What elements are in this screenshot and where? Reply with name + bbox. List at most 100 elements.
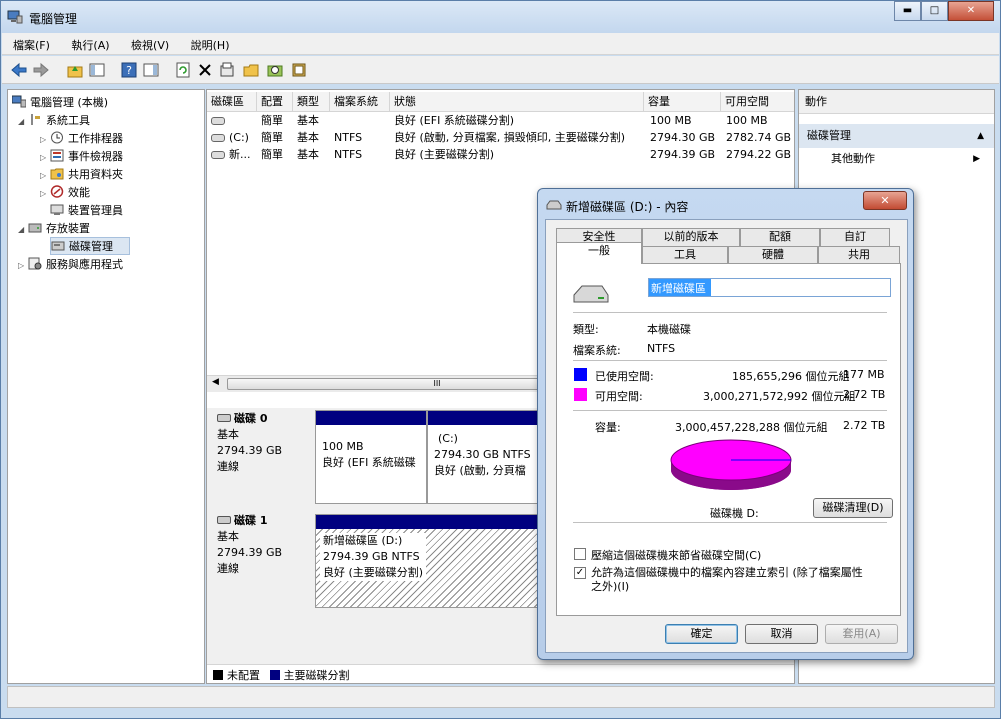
column-header-file-system[interactable]: 檔案系統 [330, 92, 390, 112]
partition-line: (C:) [438, 432, 458, 445]
shared-folder-icon [50, 168, 64, 180]
tree-item-device-manager[interactable]: 裝置管理員 [50, 202, 123, 220]
menu-file[interactable]: 檔案(F) [2, 33, 57, 53]
tab-general[interactable]: 一般 [556, 242, 642, 264]
search-disk-icon[interactable] [266, 61, 284, 79]
collapse-arrow-icon[interactable]: ◢ [18, 113, 28, 131]
drive-icon [546, 200, 562, 210]
tree-item-services-and-applications[interactable]: ▷ 服務與應用程式 [18, 256, 123, 274]
tab-hardware[interactable]: 硬體 [728, 246, 818, 264]
disk-settings-icon[interactable] [290, 61, 308, 79]
show-hide-action-pane-icon[interactable] [142, 61, 160, 79]
tree-item-performance[interactable]: ▷ 效能 [40, 184, 90, 202]
system-tools-icon [31, 114, 40, 125]
used-space-bytes: 185,655,296 個位元組 [732, 370, 850, 383]
computer-management-icon [7, 10, 23, 24]
more-actions-item[interactable]: 其他動作 ▶ [799, 148, 994, 170]
collapse-up-icon[interactable]: ▲ [977, 124, 984, 148]
expand-arrow-icon[interactable]: ▷ [40, 149, 50, 167]
tree-item-storage[interactable]: ◢ 存放裝置 [18, 220, 90, 238]
column-header-type[interactable]: 類型 [293, 92, 330, 112]
expand-arrow-icon[interactable]: ▷ [40, 167, 50, 185]
tree-label: 效能 [68, 186, 90, 199]
partition-c[interactable]: (C:) 2794.30 GB NTFS 良好 (啟動, 分頁檔 [427, 410, 547, 504]
partition-text: (C:) 2794.30 GB NTFS 良好 (啟動, 分頁檔 [434, 431, 531, 479]
help-icon[interactable]: ? [120, 61, 138, 79]
properties-dialog: 新增磁碟區 (D:) - 內容 ✕ 安全性 以前的版本 配額 自訂 工具 硬體 … [537, 188, 914, 660]
console-tree: 電腦管理 (本機) ◢ 系統工具 ▷ 工作排程器 ▷ 事件檢視器 ▷ 共用資料夾 ▷ 效能… [7, 89, 205, 684]
capacity-size: 2.72 TB [843, 419, 886, 432]
partition-d[interactable]: 新增磁碟區 (D:) 2794.39 GB NTFS 良好 (主要磁碟分割) [315, 514, 547, 608]
tree-label: 系統工具 [46, 114, 90, 127]
maximize-button[interactable]: □ [921, 1, 948, 21]
column-header-capacity[interactable]: 容量 [644, 92, 721, 112]
volume-row[interactable]: 新... 簡單 基本 NTFS 良好 (主要磁碟分割) 2794.39 GB 2… [207, 146, 794, 163]
tab-customize[interactable]: 自訂 [820, 228, 890, 246]
computer-management-icon [12, 95, 26, 108]
refresh-icon[interactable] [174, 61, 192, 79]
tab-sharing[interactable]: 共用 [818, 246, 900, 264]
menu-help[interactable]: 說明(H) [180, 33, 237, 53]
partition-efi[interactable]: 100 MB 良好 (EFI 系統磁碟 [315, 410, 427, 504]
disk-size: 2794.39 GB [217, 546, 283, 559]
menu-action[interactable]: 執行(A) [60, 33, 116, 53]
compress-label: 壓縮這個磁碟機來節省磁碟空間(C) [591, 549, 762, 562]
volume-cell: 良好 (EFI 系統磁碟分割) [394, 114, 515, 127]
volume-cell: 簡單 [261, 131, 283, 144]
volume-row[interactable]: 簡單 基本 良好 (EFI 系統磁碟分割) 100 MB 100 MB [207, 112, 794, 129]
cancel-button[interactable]: 取消 [745, 624, 818, 644]
up-folder-icon[interactable] [66, 61, 84, 79]
disk-status: 連線 [217, 562, 239, 575]
scroll-left-icon[interactable]: ◀ [212, 377, 219, 387]
back-arrow-icon[interactable] [10, 61, 28, 79]
legend-primary: 主要磁碟分割 [283, 669, 350, 682]
tree-item-computer-management[interactable]: 電腦管理 (本機) [12, 94, 108, 112]
separator [573, 312, 887, 313]
tab-previous-versions[interactable]: 以前的版本 [642, 228, 740, 246]
drive-icon [573, 285, 609, 303]
column-header-free-space[interactable]: 可用空間 [721, 92, 794, 112]
tree-item-system-tools[interactable]: ◢ 系統工具 [18, 112, 90, 130]
open-folder-icon[interactable] [242, 61, 260, 79]
ok-button[interactable]: 確定 [665, 624, 738, 644]
expand-arrow-icon[interactable]: ▷ [18, 257, 28, 275]
tree-item-shared-folders[interactable]: ▷ 共用資料夾 [40, 166, 123, 184]
compress-checkbox[interactable] [574, 548, 586, 560]
menu-view[interactable]: 檢視(V) [120, 33, 176, 53]
column-header-volume[interactable]: 磁碟區 [207, 92, 257, 112]
drive-letter-label: 磁碟機 D: [710, 507, 759, 520]
partition-text: 新增磁碟區 (D:) 2794.39 GB NTFS 良好 (主要磁碟分割) [320, 533, 427, 581]
actions-section-disk-management[interactable]: 磁碟管理 ▲ [799, 124, 994, 148]
disk-cleanup-button[interactable]: 磁碟清理(D) [813, 498, 893, 518]
status-bar [7, 686, 995, 708]
title-bar[interactable]: 電腦管理 ▬ □ ✕ [1, 1, 1000, 33]
disk-0-info[interactable]: 磁碟 0 基本 2794.39 GB 連線 [211, 408, 314, 505]
column-header-layout[interactable]: 配置 [257, 92, 293, 112]
volume-icon [211, 134, 225, 142]
expand-arrow-icon[interactable]: ▷ [40, 131, 50, 149]
properties-icon[interactable] [218, 61, 236, 79]
minimize-button[interactable]: ▬ [894, 1, 921, 21]
general-tab-page: 類型: 本機磁碟 檔案系統: NTFS 已使用空間: 185,655,296 個… [556, 263, 901, 616]
expand-arrow-icon[interactable]: ▷ [40, 185, 50, 203]
volume-label-input[interactable] [648, 278, 891, 297]
clock-icon [51, 131, 63, 144]
forward-arrow-icon[interactable] [32, 61, 50, 79]
tree-item-event-viewer[interactable]: ▷ 事件檢視器 [40, 148, 123, 166]
column-header-status[interactable]: 狀態 [390, 92, 644, 112]
tree-item-task-scheduler[interactable]: ▷ 工作排程器 [40, 130, 123, 148]
close-button[interactable]: ✕ [948, 1, 994, 21]
tab-quota[interactable]: 配額 [740, 228, 820, 246]
index-checkbox[interactable]: ✓ [574, 567, 586, 579]
partition-bar [316, 515, 546, 529]
window-title: 電腦管理 [29, 12, 78, 26]
tree-item-disk-management[interactable]: 磁碟管理 [50, 237, 130, 255]
disk-1-info[interactable]: 磁碟 1 基本 2794.39 GB 連線 [211, 510, 314, 608]
collapse-arrow-icon[interactable]: ◢ [18, 221, 28, 239]
tab-tools[interactable]: 工具 [642, 246, 728, 264]
show-hide-console-tree-icon[interactable] [88, 61, 106, 79]
dialog-close-button[interactable]: ✕ [863, 191, 907, 210]
delete-icon[interactable] [196, 61, 214, 79]
volume-row[interactable]: (C:) 簡單 基本 NTFS 良好 (啟動, 分頁檔案, 損毀傾印, 主要磁碟… [207, 129, 794, 146]
apply-button[interactable]: 套用(A) [825, 624, 898, 644]
